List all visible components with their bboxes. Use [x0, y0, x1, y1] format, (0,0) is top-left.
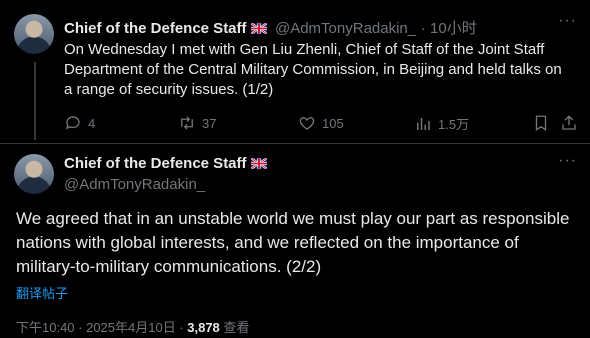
tweet1-text: On Wednesday I met with Gen Liu Zhenli, … — [64, 41, 562, 98]
reply-count: 4 — [88, 115, 96, 131]
reply-button[interactable]: 4 — [64, 114, 95, 132]
more-options-icon[interactable]: ··· — [558, 12, 577, 30]
post-meta: 下午10:40 · 2025年4月10日 · 3,878 查看 — [16, 317, 249, 336]
retweet-icon — [181, 116, 193, 130]
author-name[interactable]: Chief of the Defence Staff — [64, 155, 247, 172]
uk-flag-icon — [250, 158, 267, 169]
view-count: 1.5万 — [438, 117, 470, 132]
tweet2-header: Chief of the Defence Staff — [64, 155, 267, 173]
author-handle[interactable]: @AdmTonyRadakin_ — [64, 176, 205, 193]
tweet2-text: We agreed that in an unstable world we m… — [16, 209, 570, 276]
share-icon — [562, 115, 576, 130]
divider — [0, 143, 590, 144]
analytics-icon — [417, 117, 430, 130]
retweet-count: 37 — [202, 115, 217, 131]
post-time[interactable]: 10小时 — [430, 20, 477, 37]
separator-dot: · — [420, 20, 426, 37]
tweet1-actions: 4 37 105 1.5万 — [56, 114, 580, 134]
bookmark-icon — [535, 115, 547, 132]
view-count: 3,878 — [187, 320, 220, 335]
uk-flag-icon — [250, 23, 267, 34]
reply-icon — [65, 116, 80, 130]
author-handle[interactable]: @AdmTonyRadakin_ — [275, 20, 416, 37]
bookmark-button[interactable] — [532, 114, 550, 132]
post-timestamp[interactable]: 下午10:40 · 2025年4月10日 · — [16, 320, 187, 335]
views-button[interactable]: 1.5万 — [414, 114, 469, 133]
avatar[interactable] — [14, 14, 54, 54]
author-name[interactable]: Chief of the Defence Staff — [64, 20, 247, 37]
avatar[interactable] — [14, 154, 54, 194]
views-label: 查看 — [219, 320, 250, 335]
like-count: 105 — [322, 115, 344, 131]
like-button[interactable]: 105 — [298, 114, 344, 132]
heart-icon — [299, 117, 315, 130]
translate-post-link[interactable]: 翻译帖子 — [16, 283, 68, 302]
tweet1-header: Chief of the Defence Staff @AdmTonyRadak… — [64, 17, 477, 38]
share-button[interactable] — [560, 114, 578, 132]
retweet-button[interactable]: 37 — [178, 114, 216, 132]
thread-connector — [34, 62, 36, 140]
more-options-icon[interactable]: ··· — [558, 152, 577, 170]
